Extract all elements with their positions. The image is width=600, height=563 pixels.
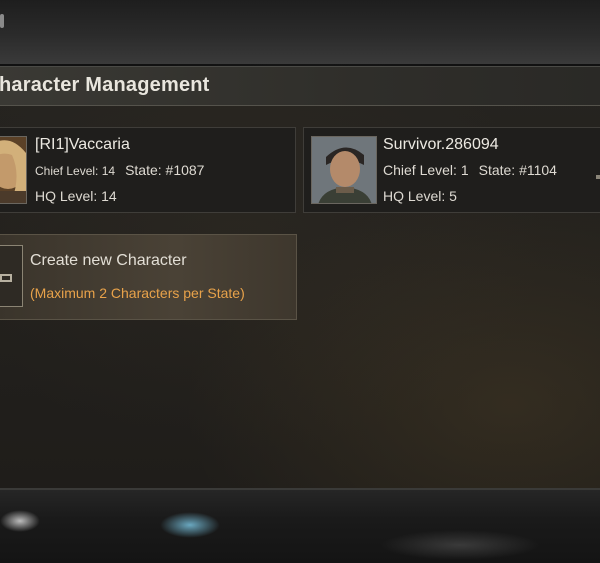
background-bottom-blur [0, 490, 600, 563]
create-character-limit: (Maximum 2 Characters per State) [30, 285, 245, 301]
back-hint-icon [0, 14, 4, 28]
character-management-panel: haracter Management [RI1]Vaccaria Chief … [0, 66, 600, 490]
create-character-title: Create new Character [30, 252, 187, 269]
edge-indicator [596, 175, 600, 179]
character-card-1[interactable]: [RI1]Vaccaria Chief Level: 14 State: #108… [0, 127, 296, 213]
state: State: #1104 [478, 162, 557, 178]
chief-level: Chief Level: 14 [35, 164, 116, 178]
character-name: Survivor.286094 [383, 136, 499, 153]
blurred-icon [160, 512, 220, 538]
character-meta: Chief Level: 14 State: #1087 [35, 162, 204, 178]
hq-level: HQ Level: 14 [35, 188, 117, 204]
add-character-icon [0, 245, 23, 307]
female-portrait-icon [0, 136, 27, 204]
game-screen: haracter Management [RI1]Vaccaria Chief … [0, 0, 600, 563]
blurred-icon [380, 530, 540, 560]
background-top-blur [0, 0, 600, 64]
blurred-icon [0, 510, 40, 532]
panel-title: haracter Management [0, 74, 210, 96]
state: State: #1087 [125, 162, 205, 178]
panel-header: haracter Management [0, 67, 600, 106]
chief-level: Chief Level: 1 [383, 162, 469, 178]
character-meta: Chief Level: 1 State: #1104 [383, 162, 557, 178]
male-portrait-icon [311, 136, 377, 204]
plus-icon [0, 274, 12, 282]
hq-level: HQ Level: 5 [383, 188, 457, 204]
character-name: [RI1]Vaccaria [35, 136, 130, 153]
character-card-2[interactable]: Survivor.286094 Chief Level: 1 State: #11… [303, 127, 600, 213]
create-character-button[interactable]: Create new Character (Maximum 2 Characte… [0, 234, 297, 320]
